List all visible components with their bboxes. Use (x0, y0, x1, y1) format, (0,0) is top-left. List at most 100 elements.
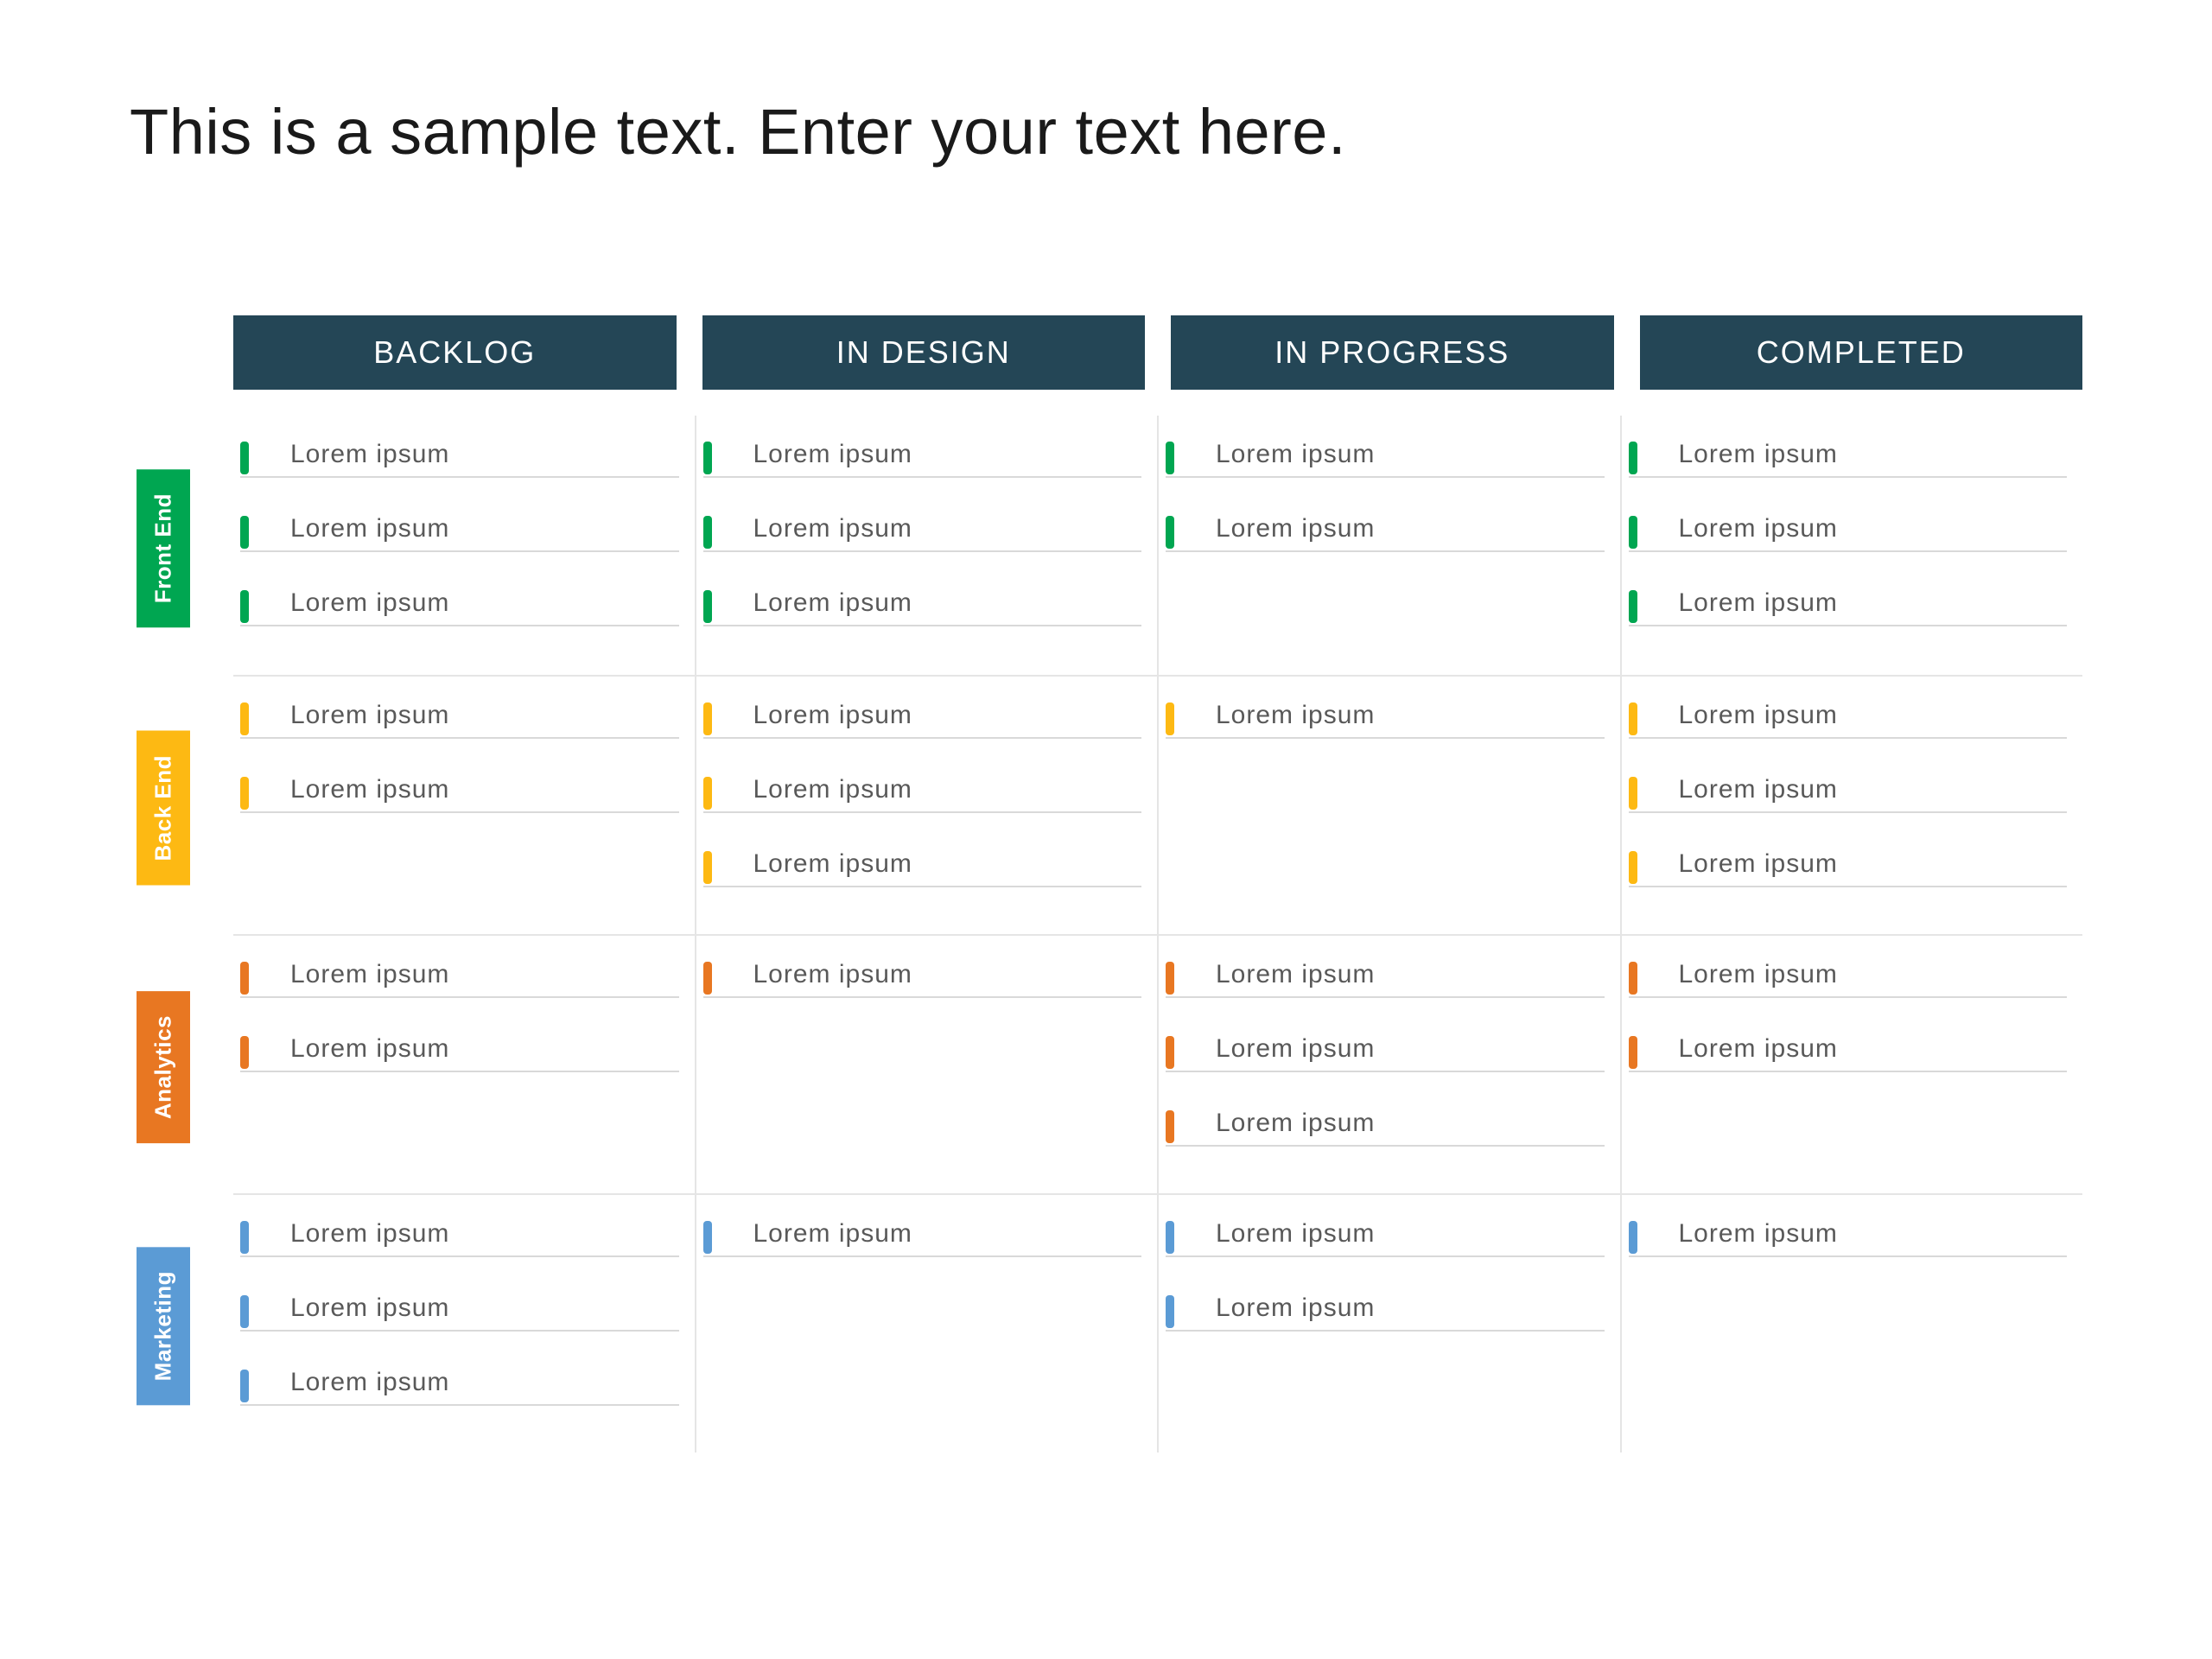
item-text: Lorem ipsum (290, 701, 449, 730)
item-tick-icon (240, 590, 249, 623)
kanban-item: Lorem ipsum (1166, 960, 1605, 998)
kanban-item: Lorem ipsum (703, 775, 1142, 813)
item-text: Lorem ipsum (1679, 701, 1838, 730)
kanban-item: Lorem ipsum (1629, 1034, 2068, 1072)
item-text: Lorem ipsum (290, 960, 449, 989)
item-tick-icon (1166, 962, 1174, 995)
item-tick-icon (703, 962, 712, 995)
item-text: Lorem ipsum (753, 588, 912, 618)
kanban-item: Lorem ipsum (240, 440, 679, 478)
item-text: Lorem ipsum (290, 588, 449, 618)
kanban-cell: Lorem ipsum Lorem ipsum Lorem ipsum (233, 416, 696, 675)
item-tick-icon (1629, 442, 1637, 474)
item-text: Lorem ipsum (1216, 1109, 1375, 1138)
item-tick-icon (1629, 962, 1637, 995)
kanban-row: Lorem ipsumLorem ipsumLorem ipsumLorem i… (233, 416, 2082, 675)
kanban-cell: Lorem ipsum Lorem ipsum Lorem ipsum (696, 677, 1160, 934)
row-label-analytics: Analytics (137, 991, 190, 1143)
item-text: Lorem ipsum (290, 440, 449, 469)
item-tick-icon (240, 1221, 249, 1254)
kanban-item: Lorem ipsum (703, 701, 1142, 739)
item-tick-icon (703, 702, 712, 735)
item-tick-icon (1629, 1221, 1637, 1254)
kanban-grid: BACKLOG IN DESIGN IN PROGRESS COMPLETED … (233, 315, 2082, 1456)
kanban-cell: Lorem ipsumLorem ipsumLorem ipsum (1622, 416, 2083, 675)
item-text: Lorem ipsum (290, 775, 449, 804)
row-label-cell: Marketing (69, 1197, 233, 1456)
slide: This is a sample text. Enter your text h… (0, 0, 2212, 1659)
item-text: Lorem ipsum (753, 960, 912, 989)
kanban-row: Lorem ipsum Lorem ipsum Lorem ipsum Lorem i… (233, 1193, 2082, 1452)
item-tick-icon (1166, 1221, 1174, 1254)
rows-container: Lorem ipsumLorem ipsumLorem ipsumLorem i… (233, 416, 2082, 1452)
item-tick-icon (240, 442, 249, 474)
item-tick-icon (240, 702, 249, 735)
row-label-front-end: Front End (137, 469, 190, 627)
item-tick-icon (240, 1295, 249, 1328)
kanban-item: Lorem ipsum (1166, 1109, 1605, 1147)
row-label-cell: Analytics (69, 938, 233, 1197)
item-tick-icon (1166, 1295, 1174, 1328)
item-tick-icon (1629, 516, 1637, 549)
kanban-item: Lorem ipsum (1629, 775, 2068, 813)
kanban-item: Lorem ipsum (1629, 701, 2068, 739)
kanban-item: Lorem ipsum (1166, 1294, 1605, 1332)
row-label-cell: Front End (69, 419, 233, 678)
kanban-item: Lorem ipsum (703, 960, 1142, 998)
item-tick-icon (1166, 442, 1174, 474)
item-text: Lorem ipsum (1216, 514, 1375, 543)
kanban-cell: Lorem ipsumLorem ipsum (233, 936, 696, 1193)
row-label-back-end: Back End (137, 731, 190, 886)
kanban-item: Lorem ipsum (703, 849, 1142, 887)
kanban-item: Lorem ipsum (703, 514, 1142, 552)
item-text: Lorem ipsum (1216, 440, 1375, 469)
item-tick-icon (1629, 590, 1637, 623)
kanban-item: Lorem ipsum (240, 588, 679, 626)
item-tick-icon (703, 777, 712, 810)
item-text: Lorem ipsum (290, 514, 449, 543)
item-tick-icon (703, 851, 712, 884)
kanban-item: Lorem ipsum (703, 440, 1142, 478)
item-text: Lorem ipsum (290, 1219, 449, 1249)
item-tick-icon (703, 516, 712, 549)
kanban-item: Lorem ipsum (240, 960, 679, 998)
item-tick-icon (240, 1036, 249, 1069)
item-tick-icon (703, 442, 712, 474)
kanban-cell: Lorem ipsum Lorem ipsum (1159, 416, 1622, 675)
kanban-row: Lorem ipsumLorem ipsumLorem ipsumLorem i… (233, 934, 2082, 1193)
item-text: Lorem ipsum (1216, 701, 1375, 730)
kanban-item: Lorem ipsum (1166, 701, 1605, 739)
item-text: Lorem ipsum (1679, 440, 1838, 469)
kanban-item: Lorem ipsum (240, 1219, 679, 1257)
item-tick-icon (703, 1221, 712, 1254)
row-label-cell: Back End (69, 678, 233, 938)
item-tick-icon (240, 1370, 249, 1402)
item-text: Lorem ipsum (1216, 1219, 1375, 1249)
kanban-cell: Lorem ipsum (696, 1195, 1160, 1452)
kanban-item: Lorem ipsum (240, 514, 679, 552)
row-label-spacer (69, 315, 233, 393)
column-header-backlog: BACKLOG (233, 315, 677, 390)
kanban-item: Lorem ipsum (703, 1219, 1142, 1257)
item-tick-icon (240, 962, 249, 995)
kanban-cell: Lorem ipsum Lorem ipsum Lorem ipsum (1622, 677, 2083, 934)
item-text: Lorem ipsum (1216, 960, 1375, 989)
column-header-in-design: IN DESIGN (702, 315, 1146, 390)
kanban-item: Lorem ipsum (1629, 849, 2068, 887)
kanban-cell: Lorem ipsum (1159, 677, 1622, 934)
item-text: Lorem ipsum (1679, 775, 1838, 804)
column-header-row: BACKLOG IN DESIGN IN PROGRESS COMPLETED (233, 315, 2082, 390)
kanban-item: Lorem ipsum (1166, 1034, 1605, 1072)
row-labels-column: Front End Back End Analytics Marketing (69, 315, 233, 1456)
item-tick-icon (1629, 851, 1637, 884)
item-tick-icon (1629, 777, 1637, 810)
kanban-item: Lorem ipsum (1629, 514, 2068, 552)
kanban-item: Lorem ipsum (1166, 514, 1605, 552)
item-tick-icon (1166, 702, 1174, 735)
item-text: Lorem ipsum (753, 1219, 912, 1249)
kanban-item: Lorem ipsum (1166, 1219, 1605, 1257)
column-header-in-progress: IN PROGRESS (1171, 315, 1614, 390)
kanban-row: Lorem ipsumLorem ipsumLorem ipsumLorem i… (233, 675, 2082, 934)
kanban-cell: Lorem ipsum (696, 936, 1160, 1193)
kanban-item: Lorem ipsum (1629, 960, 2068, 998)
